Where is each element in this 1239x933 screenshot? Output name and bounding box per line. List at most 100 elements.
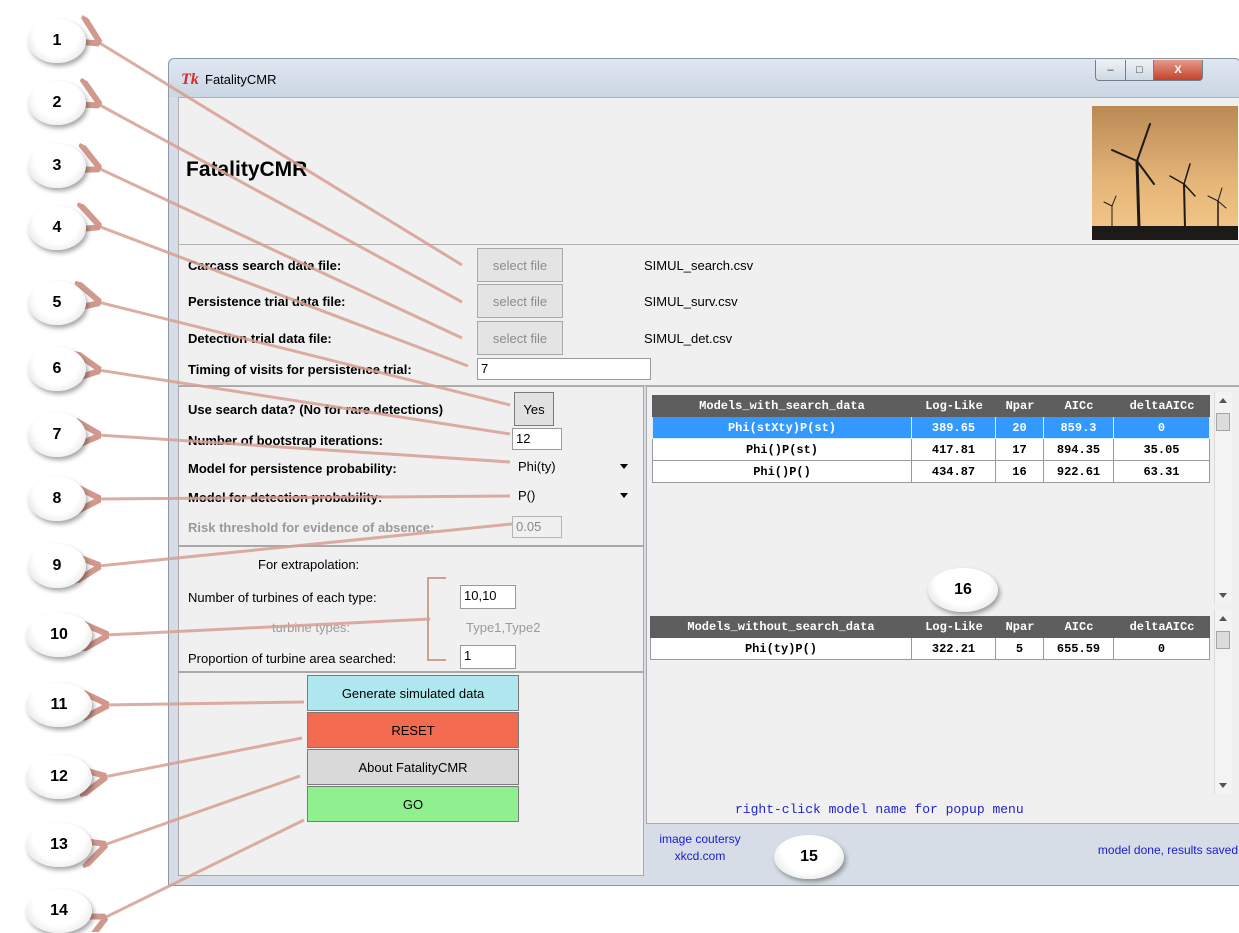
select-carcass-file-button[interactable]: select file — [477, 248, 563, 282]
column-header[interactable]: Log-Like — [912, 395, 996, 417]
delta-aicc-cell: 35.05 — [1114, 439, 1210, 461]
maximize-button[interactable]: □ — [1125, 60, 1154, 81]
scroll-down-icon[interactable] — [1219, 783, 1227, 788]
carcass-filename: SIMUL_search.csv — [644, 258, 754, 273]
select-persistence-file-button[interactable]: select file — [477, 284, 563, 318]
use-search-label: Use search data? (No for rare detections… — [188, 402, 444, 417]
aicc-cell: 859.3 — [1044, 417, 1114, 439]
detection-model-select[interactable]: P() — [514, 484, 632, 512]
turbine-types-label: turbine types: — [272, 620, 351, 635]
bootstrap-input[interactable]: 12 — [512, 428, 562, 450]
scroll-down-icon[interactable] — [1219, 593, 1227, 598]
table-row[interactable]: Phi(stXty)P(st) 389.65 20 859.3 0 — [652, 417, 1210, 439]
header-panel — [178, 97, 1239, 245]
column-header[interactable]: AICc — [1044, 395, 1114, 417]
callout-badge: 6 — [28, 347, 86, 391]
aicc-cell: 655.59 — [1044, 638, 1114, 660]
column-header[interactable]: Npar — [996, 616, 1044, 638]
timing-input[interactable]: 7 — [477, 358, 651, 380]
callout-badge: 13 — [26, 823, 92, 867]
table-row[interactable]: Phi()P(st) 417.81 17 894.35 35.05 — [652, 439, 1210, 461]
npar-cell: 16 — [996, 461, 1044, 483]
risk-threshold-input[interactable]: 0.05 — [512, 516, 562, 538]
turbine-types-value: Type1,Type2 — [466, 620, 541, 635]
credit-line-1: image coutersy — [659, 832, 741, 846]
proportion-input[interactable]: 1 — [460, 645, 516, 669]
delta-aicc-cell: 63.31 — [1114, 461, 1210, 483]
callout-badge: 7 — [28, 413, 86, 457]
loglike-cell: 417.81 — [912, 439, 996, 461]
callout-badge: 14 — [26, 889, 92, 933]
column-header[interactable]: deltaAICc — [1114, 616, 1210, 638]
model-name-cell[interactable]: Phi()P() — [652, 461, 912, 483]
callout-badge: 4 — [28, 206, 86, 250]
table-row[interactable]: Phi(ty)P() 322.21 5 655.59 0 — [650, 638, 1210, 660]
persistence-model-value: Phi(ty) — [518, 459, 556, 474]
model-name-cell[interactable]: Phi(ty)P() — [650, 638, 912, 660]
column-header[interactable]: deltaAICc — [1114, 395, 1210, 417]
callout-badge: 15 — [774, 835, 844, 879]
close-button[interactable]: X — [1153, 60, 1203, 81]
loglike-cell: 322.21 — [912, 638, 996, 660]
npar-cell: 17 — [996, 439, 1044, 461]
column-header[interactable]: Models_without_search_data — [650, 616, 912, 638]
minimize-button[interactable]: – — [1095, 60, 1126, 81]
generate-simulated-data-button[interactable]: Generate simulated data — [307, 675, 519, 711]
persistence-model-select[interactable]: Phi(ty) — [514, 455, 632, 483]
wind-turbines-image — [1092, 106, 1238, 240]
column-header[interactable]: AICc — [1044, 616, 1114, 638]
table-header: Models_with_search_data Log-Like Npar AI… — [652, 395, 1210, 417]
detection-model-value: P() — [518, 488, 536, 503]
scroll-thumb[interactable] — [1216, 413, 1230, 431]
close-icon: X — [1174, 64, 1182, 76]
popup-menu-hint: right-click model name for popup menu — [735, 802, 1024, 817]
detection-filename: SIMUL_det.csv — [644, 331, 733, 346]
chevron-down-icon — [620, 464, 628, 469]
callout-badge: 3 — [28, 144, 86, 188]
table-without-scrollbar[interactable] — [1214, 610, 1232, 794]
minimize-icon: – — [1107, 64, 1114, 76]
callout-badge: 10 — [26, 613, 92, 657]
aicc-cell: 922.61 — [1044, 461, 1114, 483]
detection-model-label: Model for detection probability: — [188, 490, 383, 505]
window-title: FatalityCMR — [205, 72, 277, 87]
reset-button[interactable]: RESET — [307, 712, 519, 748]
select-detection-file-button[interactable]: select file — [477, 321, 563, 355]
callout-badge: 11 — [26, 683, 92, 727]
callout-badge: 5 — [28, 281, 86, 325]
table-row[interactable]: Phi()P() 434.87 16 922.61 63.31 — [652, 461, 1210, 483]
callout-badge: 8 — [28, 477, 86, 521]
status-text: model done, results saved — [1097, 843, 1238, 857]
persistence-trial-label: Persistence trial data file: — [188, 294, 346, 309]
column-header[interactable]: Log-Like — [912, 616, 996, 638]
carcass-search-label: Carcass search data file: — [188, 258, 342, 273]
use-search-toggle-button[interactable]: Yes — [514, 392, 554, 426]
go-button[interactable]: GO — [307, 786, 519, 822]
turbines-count-label: Number of turbines of each type: — [188, 590, 377, 605]
risk-threshold-label: Risk threshold for evidence of absence: — [188, 520, 435, 535]
callout-badge: 9 — [28, 544, 86, 588]
timing-label: Timing of visits for persistence trial: — [188, 362, 412, 377]
column-header[interactable]: Models_with_search_data — [652, 395, 912, 417]
maximize-icon: □ — [1136, 64, 1143, 76]
model-name-cell[interactable]: Phi()P(st) — [652, 439, 912, 461]
extrapolation-heading: For extrapolation: — [258, 557, 360, 572]
persistence-model-label: Model for persistence probability: — [188, 461, 397, 476]
model-name-cell[interactable]: Phi(stXty)P(st) — [652, 417, 912, 439]
loglike-cell: 389.65 — [912, 417, 996, 439]
table-with-scrollbar[interactable] — [1214, 392, 1232, 604]
proportion-label: Proportion of turbine area searched: — [188, 651, 397, 666]
turbines-count-input[interactable]: 10,10 — [460, 585, 516, 609]
delta-aicc-cell: 0 — [1114, 638, 1210, 660]
chevron-down-icon — [620, 493, 628, 498]
scroll-thumb[interactable] — [1216, 631, 1230, 649]
title-bar: Tk FatalityCMR – □ X — [169, 59, 1239, 97]
delta-aicc-cell: 0 — [1114, 417, 1210, 439]
about-button[interactable]: About FatalityCMR — [307, 749, 519, 785]
credit-line-2: xkcd.com — [674, 849, 726, 863]
scroll-up-icon[interactable] — [1219, 398, 1227, 403]
callout-badge: 12 — [26, 755, 92, 799]
scroll-up-icon[interactable] — [1219, 616, 1227, 621]
npar-cell: 5 — [996, 638, 1044, 660]
column-header[interactable]: Npar — [996, 395, 1044, 417]
